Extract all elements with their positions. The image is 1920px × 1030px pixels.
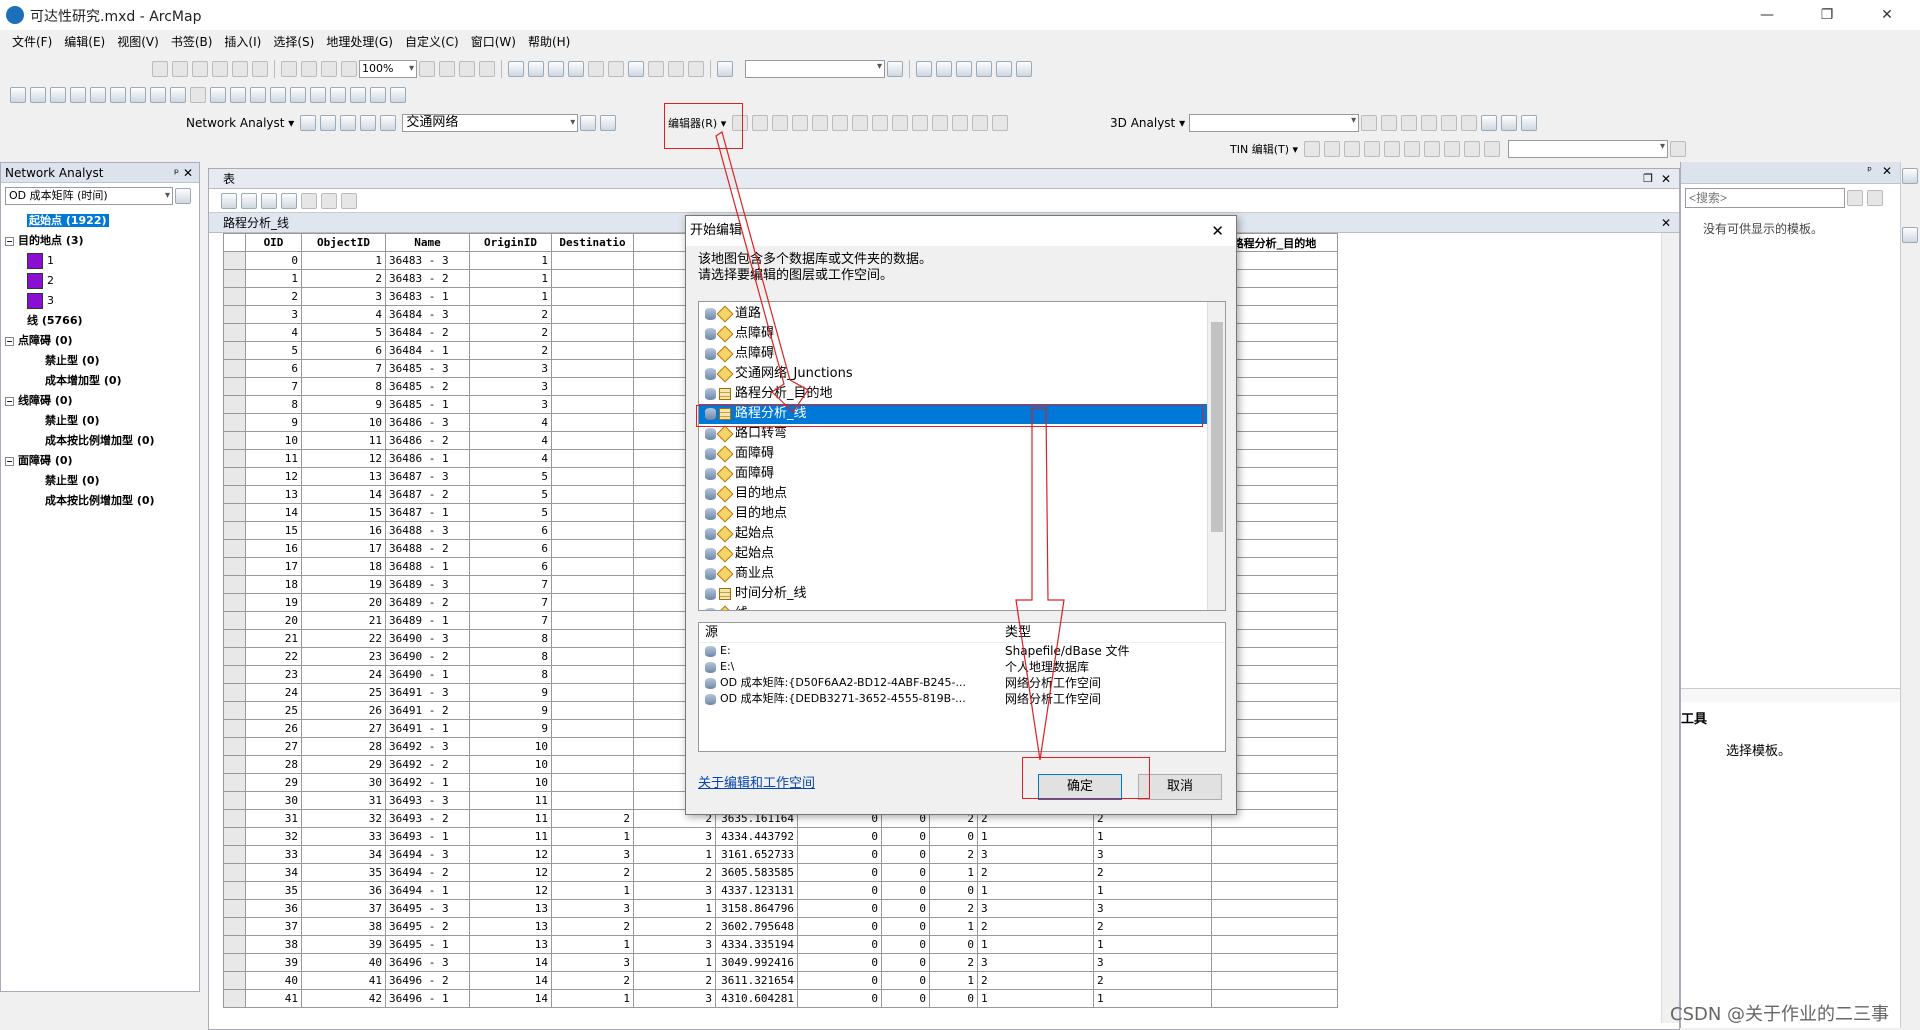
arrow-to-layer [715, 131, 809, 413]
watermark: CSDN @关于作业的二三事 [1670, 1004, 1890, 1025]
arrow-to-ok [1015, 407, 1065, 761]
annotation-arrows [715, 131, 1065, 761]
